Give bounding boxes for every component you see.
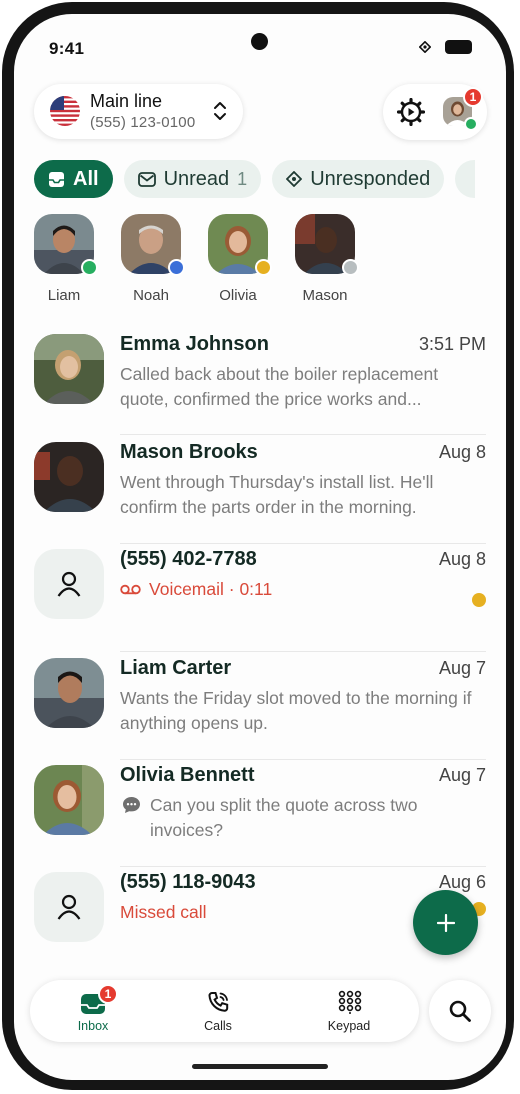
location-icon xyxy=(419,41,431,53)
settings-gear-icon[interactable] xyxy=(397,98,425,126)
story-mason[interactable]: Mason xyxy=(295,214,359,304)
phone-frame: 9:41 Main line (555) 123-0100 1 All Unre… xyxy=(0,0,520,1094)
message-date: Aug 7 xyxy=(438,765,486,785)
unknown-contact-avatar xyxy=(34,872,104,942)
bottom-nav: 1 Inbox Calls Keypad xyxy=(30,980,419,1042)
message-preview: Can you split the quote across two invoi… xyxy=(150,795,418,840)
status-dot xyxy=(81,259,98,276)
envelope-icon xyxy=(137,171,156,187)
avatar xyxy=(34,334,104,404)
story-noah[interactable]: Noah xyxy=(121,214,185,304)
story-olivia[interactable]: Olivia xyxy=(208,214,272,304)
notification-badge: 1 xyxy=(463,87,483,107)
divider xyxy=(120,759,486,760)
contact-name: Emma Johnson xyxy=(120,333,269,355)
divider xyxy=(120,651,486,652)
search-button[interactable] xyxy=(429,980,491,1042)
contact-stories: Liam Noah Olivia Mason xyxy=(34,214,359,304)
message-date: Aug 8 xyxy=(438,549,486,569)
inbox-badge: 1 xyxy=(98,984,118,1004)
contact-name: Olivia Bennett xyxy=(120,764,255,786)
voicemail-icon xyxy=(120,584,141,595)
unread-dot xyxy=(472,593,486,607)
voicemail-preview: Voicemail · 0:11 xyxy=(120,577,480,602)
message-date: Aug 7 xyxy=(438,658,486,678)
contact-name: Liam Carter xyxy=(120,657,232,679)
filter-unresponded-label: Unresponded xyxy=(310,167,431,190)
status-icons xyxy=(419,40,472,54)
chat-bubble-icon xyxy=(123,797,140,813)
unknown-contact-avatar xyxy=(34,549,104,619)
nav-inbox-label: Inbox xyxy=(77,1019,109,1033)
nav-calls[interactable]: Calls xyxy=(168,980,268,1042)
filter-all[interactable]: All xyxy=(34,160,113,198)
contact-name: (555) 402-7788 xyxy=(120,548,257,570)
home-indicator xyxy=(192,1064,328,1069)
status-dot xyxy=(168,259,185,276)
contact-name: (555) 118-9043 xyxy=(120,871,256,893)
plus-icon xyxy=(436,913,455,932)
keypad-icon xyxy=(338,990,362,1014)
header-actions: 1 xyxy=(383,84,487,140)
message-preview: Went through Thursday's install list. He… xyxy=(120,472,434,517)
phone-line-selector[interactable]: Main line (555) 123-0100 xyxy=(34,84,243,139)
story-liam[interactable]: Liam xyxy=(34,214,98,304)
story-name: Olivia xyxy=(219,287,257,304)
message-preview: Called back about the boiler replacement… xyxy=(120,364,439,409)
status-time: 9:41 xyxy=(49,39,85,58)
chevron-up-down-icon xyxy=(214,102,226,120)
filter-all-label: All xyxy=(73,167,99,190)
divider xyxy=(120,543,486,544)
avatar xyxy=(34,442,104,512)
message-date: 3:51 PM xyxy=(418,334,486,354)
avatar xyxy=(34,765,104,835)
front-camera xyxy=(251,33,268,50)
filter-more-partial[interactable] xyxy=(455,160,476,198)
nav-keypad-label: Keypad xyxy=(327,1019,371,1033)
voicemail-text: Voicemail · 0:11 xyxy=(149,579,273,599)
nav-inbox[interactable]: 1 Inbox xyxy=(43,980,143,1042)
new-message-fab[interactable] xyxy=(413,890,478,955)
message-preview: Wants the Friday slot moved to the morni… xyxy=(120,688,472,733)
filter-chips: All Unread 1 Unresponded xyxy=(34,160,476,198)
nav-calls-label: Calls xyxy=(204,1019,232,1033)
divider xyxy=(120,434,486,435)
filter-unresponded[interactable]: Unresponded xyxy=(272,160,445,198)
search-icon xyxy=(449,1000,471,1022)
person-icon xyxy=(57,571,81,597)
nav-keypad[interactable]: Keypad xyxy=(299,980,399,1042)
online-status-dot xyxy=(464,117,478,131)
app-screen: 9:41 Main line (555) 123-0100 1 All Unre… xyxy=(14,14,506,1080)
contact-name: Mason Brooks xyxy=(120,441,258,463)
divider xyxy=(120,866,486,867)
us-flag-icon xyxy=(50,96,80,126)
filter-unread[interactable]: Unread 1 xyxy=(123,160,262,198)
status-dot xyxy=(255,259,272,276)
person-icon xyxy=(57,894,81,920)
story-name: Noah xyxy=(133,287,169,304)
line-name: Main line xyxy=(90,91,163,111)
message-date: Aug 8 xyxy=(438,442,486,462)
battery-icon xyxy=(445,40,472,54)
inbox-tray-icon xyxy=(49,171,64,187)
phone-call-icon xyxy=(208,992,229,1012)
story-name: Mason xyxy=(302,287,348,304)
avatar xyxy=(34,658,104,728)
story-name: Liam xyxy=(47,287,81,304)
line-number: (555) 123-0100 xyxy=(90,114,196,131)
status-dot xyxy=(342,259,359,276)
filter-unread-count: 1 xyxy=(237,168,248,189)
filter-unread-label: Unread xyxy=(163,167,230,190)
diamond-dot-icon xyxy=(286,171,303,187)
